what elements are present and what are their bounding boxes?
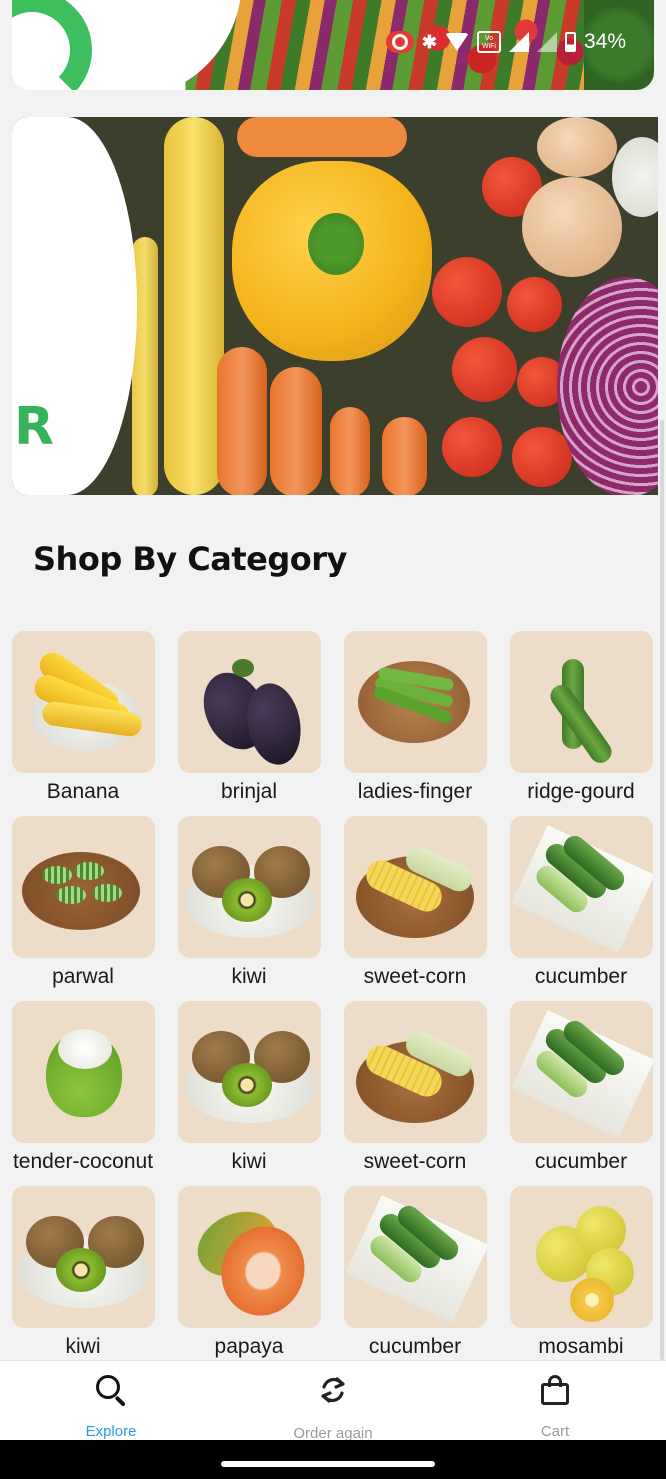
tender-coconut-image [11,1001,155,1143]
sweet-corn-image [343,1001,487,1143]
cucumber-image [343,1186,487,1328]
category-tile-mosambi[interactable]: mosambi [498,1186,664,1371]
red-onion-illustration [557,277,658,495]
signal-icon [508,32,529,52]
tomato-illustration [442,417,502,477]
category-tile-parwal[interactable]: parwal [0,816,166,1001]
category-label: Banana [46,780,120,803]
category-label: ladies-finger [357,780,473,803]
category-tile-kiwi[interactable]: kiwi [166,816,332,1001]
mosambi-image [509,1186,653,1328]
category-label: kiwi [65,1335,101,1358]
onion-illustration [537,117,617,177]
bluetooth-icon: ✱ [421,31,437,52]
category-label: kiwi [231,1150,267,1173]
carrot-illustration [217,347,267,495]
onion-illustration [522,177,622,277]
hero-banner[interactable]: R [12,117,658,495]
search-icon [94,1373,128,1407]
category-label: kiwi [231,965,267,988]
category-tile-banana[interactable]: Banana [0,631,166,816]
category-tile-papaya[interactable]: papaya [166,1186,332,1371]
category-tile-sweet-corn[interactable]: sweet-corn [332,816,498,1001]
sweet-corn-image [343,816,487,958]
category-label: sweet-corn [363,965,467,988]
category-tile-kiwi[interactable]: kiwi [166,1001,332,1186]
kiwi-image [177,1001,321,1143]
scrollbar[interactable] [660,420,664,1360]
category-label: sweet-corn [363,1150,467,1173]
wifi-icon [444,33,469,51]
shopping-bag-icon [538,1373,572,1405]
tomato-illustration [432,257,502,327]
category-grid: Banana brinjal ladies-finger ridge-gourd par… [0,631,666,1371]
garlic-illustration [612,137,658,217]
nav-cart-label: Cart [540,1423,570,1440]
section-title: Shop By Category [33,540,347,578]
corn-illustration [164,117,224,495]
status-bar: ✱ Vo WiFi 34% [385,28,626,56]
home-indicator[interactable] [221,1461,435,1467]
category-label: cucumber [534,965,628,988]
cucumber-image [509,816,653,958]
category-tile-cucumber[interactable]: cucumber [332,1186,498,1371]
category-label: cucumber [534,1150,628,1173]
category-tile-ridge-gourd[interactable]: ridge-gourd [498,631,664,816]
kiwi-image [11,1186,155,1328]
nav-cart[interactable]: Cart [444,1361,666,1440]
battery-icon [564,32,576,52]
brinjal-image [177,631,321,773]
brand-letter: R [14,397,55,457]
category-label: cucumber [368,1335,462,1358]
category-tile-cucumber[interactable]: cucumber [498,1001,664,1186]
kiwi-image [177,816,321,958]
brand-arc-decoration [12,0,92,90]
battery-percent: 34% [583,30,626,53]
system-nav-bar [0,1440,666,1479]
nav-explore[interactable]: Explore [0,1361,222,1440]
category-label: parwal [52,965,114,988]
category-tile-sweet-corn[interactable]: sweet-corn [332,1001,498,1186]
parwal-image [11,816,155,958]
carrot-illustration [382,417,427,495]
tomato-illustration [507,277,562,332]
ladies-finger-image [343,631,487,773]
pepper-stem-illustration [308,213,364,275]
category-label: mosambi [538,1335,624,1358]
banana-image [11,631,155,773]
nav-explore-label: Explore [85,1423,137,1440]
vowifi-icon: Vo WiFi [476,31,501,53]
category-tile-ladies-finger[interactable]: ladies-finger [332,631,498,816]
cucumber-image [509,1001,653,1143]
papaya-image [177,1186,321,1328]
category-tile-brinjal[interactable]: brinjal [166,631,332,816]
category-tile-cucumber[interactable]: cucumber [498,816,664,1001]
category-label: brinjal [220,780,278,803]
ridge-gourd-image [509,631,653,773]
carrot-illustration [270,367,322,495]
refresh-icon [316,1373,350,1407]
category-label: ridge-gourd [527,780,635,803]
category-label: papaya [214,1335,284,1358]
bottom-navigation: Explore Order again Cart [0,1360,666,1442]
category-tile-kiwi[interactable]: kiwi [0,1186,166,1371]
carrot-illustration [237,117,407,157]
carrot-illustration [330,407,370,495]
nav-order-again[interactable]: Order again [222,1361,444,1442]
category-label: tender-coconut [12,1150,154,1173]
tomato-illustration [512,427,572,487]
tomato-illustration [452,337,517,402]
screen-record-icon [385,31,414,53]
signal-icon [536,32,557,52]
category-tile-tender-coconut[interactable]: tender-coconut [0,1001,166,1186]
